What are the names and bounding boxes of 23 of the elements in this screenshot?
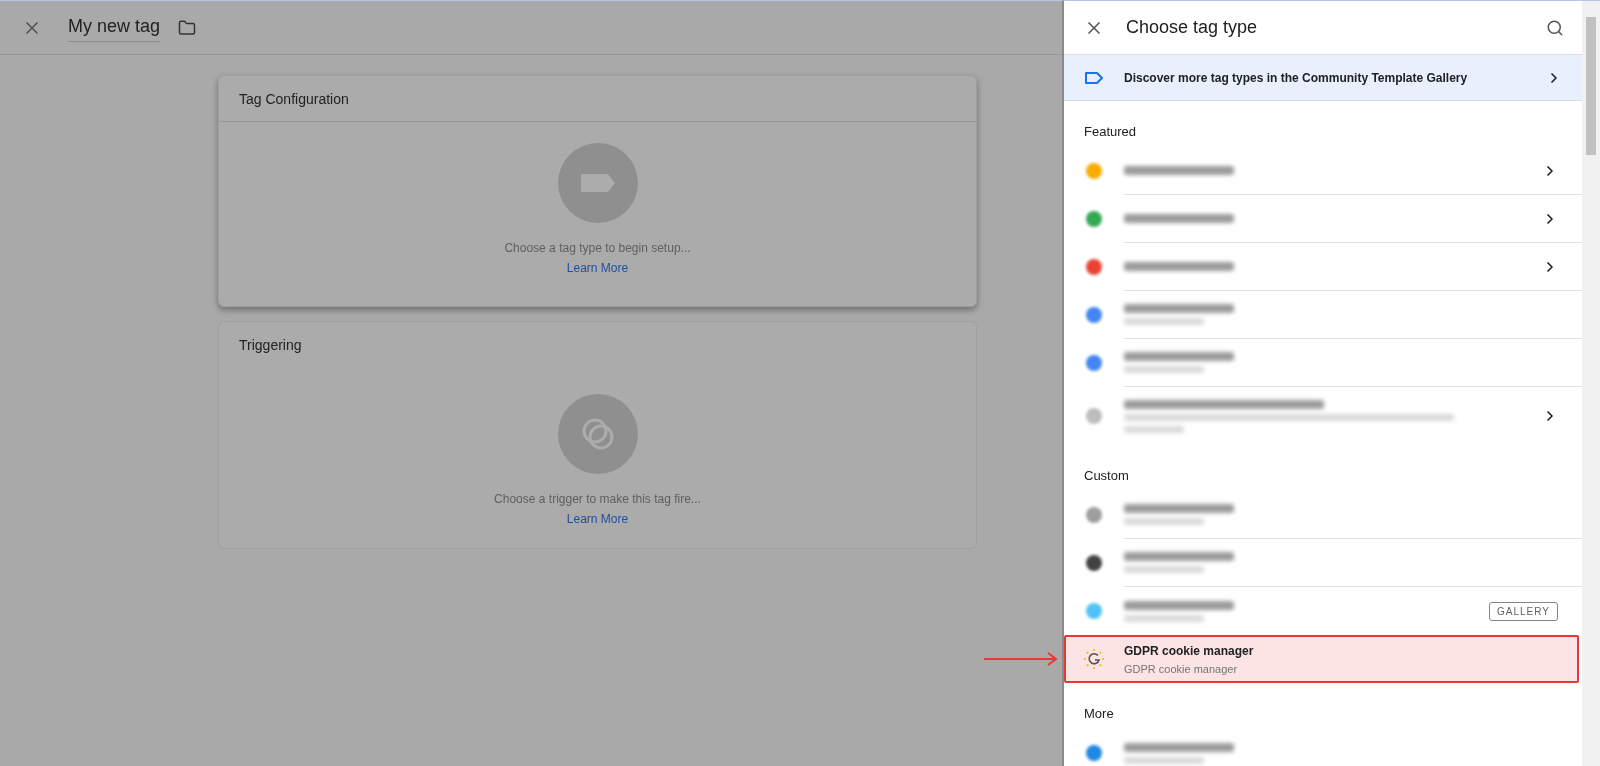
- section-heading: More: [1083, 705, 1115, 723]
- tag-icon: [1084, 70, 1104, 85]
- folder-button[interactable]: [178, 18, 197, 37]
- gallery-badge: GALLERY: [1489, 601, 1558, 621]
- card-title: Tag Configuration: [239, 91, 349, 107]
- tag-placeholder-icon: [557, 143, 638, 223]
- tag-type-item[interactable]: GALLERY: [1064, 587, 1582, 635]
- card-title: Triggering: [239, 337, 302, 353]
- panel-title: Choose tag type: [1126, 17, 1259, 38]
- tag-name-field[interactable]: My new tag: [68, 13, 161, 42]
- logo-icon: [1084, 649, 1104, 669]
- item-subtitle: GDPR cookie manager: [1124, 662, 1239, 675]
- section-heading: Featured: [1083, 123, 1138, 141]
- item-title: GDPR cookie manager: [1124, 643, 1255, 658]
- learn-more-link[interactable]: Learn More: [566, 261, 629, 275]
- gallery-banner[interactable]: Discover more tag types in the Community Template Gallery: [1064, 55, 1582, 101]
- card-message: Choose a trigger to make this tag fire...: [494, 492, 701, 506]
- section-heading: Custom: [1083, 467, 1130, 485]
- search-button[interactable]: [1546, 18, 1564, 37]
- trigger-placeholder-icon: [557, 394, 638, 474]
- learn-more-link[interactable]: Learn More: [566, 512, 629, 526]
- blurred-text: [1124, 425, 1184, 433]
- card-message: Choose a tag type to begin setup...: [504, 241, 691, 255]
